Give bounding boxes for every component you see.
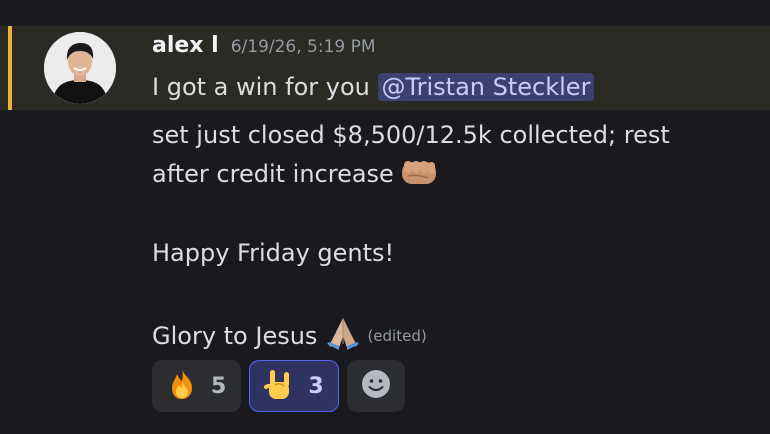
smiley-add-reaction-icon: [360, 368, 392, 404]
message-text: I got a win for you: [152, 73, 378, 101]
reaction-fire[interactable]: 5: [152, 360, 242, 412]
sign-of-the-horns-icon: [262, 367, 296, 405]
message-timestamp[interactable]: 6/19/26, 5:19 PM: [231, 37, 376, 57]
reaction-count: 5: [211, 373, 227, 399]
fire-icon: [165, 367, 199, 405]
edited-label: (edited): [367, 327, 427, 345]
message-text: after credit increase: [152, 160, 394, 188]
channel-top-strip: [0, 0, 770, 26]
author-name[interactable]: alex l: [152, 33, 219, 58]
user-mention[interactable]: @Tristan Steckler: [377, 73, 595, 101]
message-line-1: I got a win for you @Tristan Steckler: [152, 71, 595, 103]
reaction-bar: 5 3: [152, 360, 405, 412]
message-header: alex l 6/19/26, 5:19 PM: [152, 33, 376, 65]
oncoming-fist-icon: [400, 158, 440, 196]
message-line-2: set just closed $8,500/12.5k collected; …: [152, 121, 670, 149]
message-text: Glory to Jesus: [152, 322, 318, 350]
message-line-4: Happy Friday gents!: [152, 239, 395, 267]
folded-hands-icon: [323, 316, 363, 358]
avatar[interactable]: [44, 32, 116, 104]
message-line-3: after credit increase: [152, 158, 440, 196]
message-line-5: Glory to Jesus (edited): [152, 316, 427, 358]
mention-indicator-bar: [8, 26, 12, 110]
reaction-sign-of-the-horns[interactable]: 3: [249, 360, 339, 412]
add-reaction-button[interactable]: [346, 360, 405, 412]
reaction-count: 3: [308, 373, 324, 399]
